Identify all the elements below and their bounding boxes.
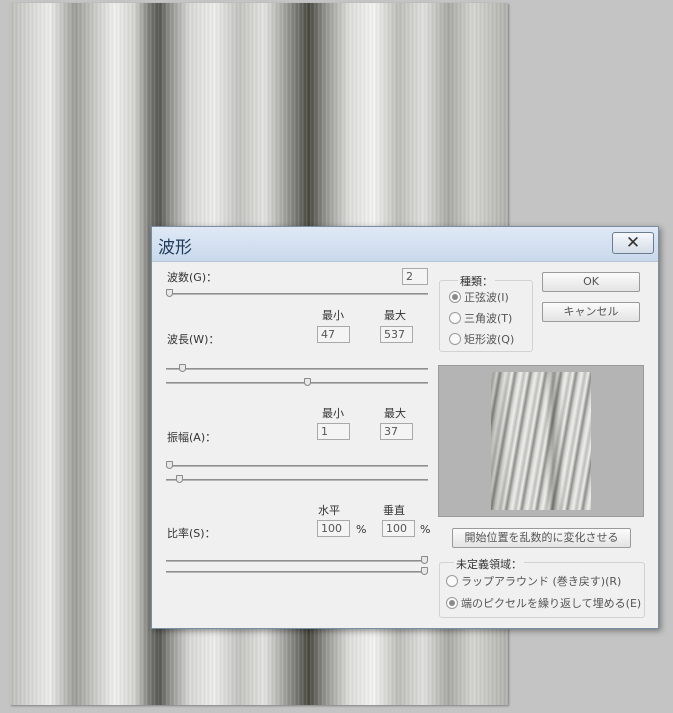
scale-horizontal-slider-thumb[interactable] — [421, 556, 428, 564]
scale-vertical-slider-track[interactable] — [166, 571, 428, 573]
amplitude-max-slider-thumb[interactable] — [176, 475, 184, 483]
randomize-button[interactable]: 開始位置を乱数的に変化させる — [452, 528, 631, 548]
type-option-label: 正弦波(I) — [464, 291, 509, 304]
type-option-label: 三角波(T) — [464, 312, 513, 325]
type-group-label: 種類： — [458, 273, 495, 289]
wave-filter-dialog: 波形 ✕ 波数(G)： 2 最小 最大 波長(W)： 47 537 最小 最大 … — [151, 226, 659, 629]
wavelength-min-slider-track[interactable] — [166, 368, 428, 370]
undefined-areas-label: 未定義領域： — [454, 556, 524, 572]
generators-slider-track[interactable] — [166, 293, 428, 295]
scale-horizontal-heading: 水平 — [318, 504, 340, 517]
wavelength-max-input[interactable]: 537 — [380, 326, 413, 343]
radio-selected-icon — [449, 291, 461, 303]
amplitude-max-input[interactable]: 37 — [380, 423, 413, 440]
scale-label: 比率(S)： — [167, 527, 216, 540]
amplitude-max-heading: 最大 — [384, 407, 406, 420]
radio-unselected-icon — [449, 312, 461, 324]
wavelength-max-heading: 最大 — [384, 309, 406, 322]
scale-horizontal-unit: % — [356, 523, 367, 536]
cancel-button[interactable]: キャンセル — [542, 302, 640, 322]
amplitude-label: 振幅(A)： — [167, 431, 217, 444]
scale-horizontal-input[interactable]: 100 — [317, 520, 350, 537]
type-option-label: 矩形波(Q) — [464, 333, 515, 346]
dialog-titlebar: 波形 ✕ — [152, 227, 658, 262]
scale-vertical-heading: 垂直 — [383, 504, 405, 517]
undefined-option-label: ラップアラウンド (巻き戻す)(R) — [461, 575, 622, 588]
undefined-radio-wrap-around[interactable]: ラップアラウンド (巻き戻す)(R) — [446, 573, 621, 589]
radio-unselected-icon — [449, 333, 461, 345]
wavelength-min-input[interactable]: 47 — [317, 326, 350, 343]
dialog-title: 波形 — [158, 238, 192, 258]
generators-slider-thumb[interactable] — [166, 289, 173, 297]
type-radio-sine[interactable]: 正弦波(I) — [449, 289, 509, 305]
scale-horizontal-slider-track[interactable] — [166, 560, 428, 562]
close-icon: ✕ — [625, 233, 641, 253]
ok-button[interactable]: OK — [542, 272, 640, 292]
radio-unselected-icon — [446, 575, 458, 587]
wavelength-min-heading: 最小 — [322, 309, 344, 322]
wavelength-max-slider-track[interactable] — [166, 382, 428, 384]
amplitude-min-slider-track[interactable] — [166, 465, 428, 467]
scale-vertical-slider-thumb[interactable] — [421, 567, 428, 575]
wavelength-min-slider-thumb[interactable] — [178, 364, 186, 372]
amplitude-max-slider-track[interactable] — [166, 479, 428, 481]
scale-vertical-input[interactable]: 100 — [382, 520, 415, 537]
amplitude-min-slider-thumb[interactable] — [166, 461, 173, 469]
generators-input[interactable]: 2 — [402, 268, 428, 285]
undefined-option-label: 端のピクセルを繰り返して埋める(E) — [461, 597, 642, 610]
type-radio-square[interactable]: 矩形波(Q) — [449, 331, 514, 347]
preview-panel — [438, 365, 644, 517]
amplitude-min-input[interactable]: 1 — [317, 423, 350, 440]
scale-vertical-unit: % — [420, 523, 431, 536]
radio-selected-icon — [446, 597, 458, 609]
wavelength-label: 波長(W)： — [167, 333, 220, 346]
generators-label: 波数(G)： — [167, 271, 218, 284]
close-button[interactable]: ✕ — [612, 232, 654, 254]
amplitude-min-heading: 最小 — [322, 407, 344, 420]
preview-image — [491, 372, 591, 510]
undefined-radio-repeat-edge[interactable]: 端のピクセルを繰り返して埋める(E) — [446, 595, 641, 611]
type-radio-triangle[interactable]: 三角波(T) — [449, 310, 512, 326]
wavelength-max-slider-thumb[interactable] — [303, 378, 311, 386]
